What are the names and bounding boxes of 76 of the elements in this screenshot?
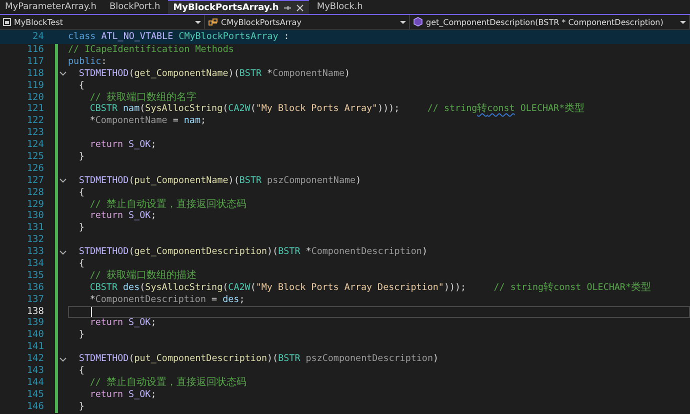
line-number: 138 — [26, 306, 44, 318]
code-line: // 获取端口数组的描述 — [90, 270, 196, 282]
line-number: 139 — [26, 317, 44, 330]
code-line: } — [78, 151, 84, 163]
code-line: { — [78, 80, 84, 92]
dropdown-arrow-icon — [680, 20, 686, 24]
cube-icon — [413, 17, 423, 27]
collapse-icon[interactable] — [59, 71, 67, 76]
collapse-icon[interactable] — [59, 356, 67, 362]
line-number: 131 — [26, 222, 44, 234]
text-cursor — [90, 306, 92, 317]
collapse-icon[interactable] — [59, 250, 67, 255]
code-line: class ATL_NO_VTABLE CMyBlockPortsArray : — [68, 30, 290, 44]
line-number: 126 — [26, 162, 44, 175]
code-line: CBSTR nam(SysAllocString(CA2W("My Block Ports Array"))); // string转const OLECHAR*类型 — [90, 103, 585, 116]
code-line: STDMETHOD(put_ComponentDescription)(BSTR pszComponentDescription) — [78, 353, 439, 366]
class-icon — [208, 18, 218, 26]
code-line: // 获取端口数组的名字 — [90, 92, 196, 104]
line-number: 118 — [26, 68, 44, 80]
code-line: return S_OK; — [90, 139, 156, 152]
code-line: *ComponentDescription = des; — [90, 294, 245, 306]
line-number: 24 — [32, 30, 44, 44]
code-line: // 禁止自动设置，直接返回状态码 — [90, 376, 246, 389]
pin-icon[interactable] — [282, 4, 292, 12]
code-line: STDMETHOD(put_ComponentName)(BSTR pszComponentName) — [78, 174, 362, 187]
line-number: 141 — [26, 341, 44, 354]
code-line: return S_OK; — [90, 317, 156, 330]
line-number: 130 — [26, 210, 44, 222]
line-number: 140 — [26, 329, 44, 342]
dropdown-arrow-icon — [400, 20, 406, 24]
dropdown-arrow-icon — [195, 20, 201, 24]
line-number: 116 — [26, 44, 44, 56]
line-number: 119 — [26, 80, 44, 92]
line-number: 120 — [26, 92, 44, 104]
project-icon — [3, 18, 11, 26]
close-icon[interactable] — [296, 4, 304, 12]
code-line: STDMETHOD(get_ComponentDescription)(BSTR *ComponentDescription) — [78, 246, 428, 258]
code-line: STDMETHOD(get_ComponentName)(BSTR *ComponentName) — [78, 68, 350, 80]
code-line: { — [78, 186, 84, 199]
line-number: 123 — [26, 127, 44, 140]
code-line: { — [78, 258, 84, 270]
code-line: return S_OK; — [90, 388, 156, 401]
code-line: // ICapeIdentification Methods — [68, 44, 234, 56]
navigation-dropdown[interactable]: MyBlockTest — [0, 15, 205, 29]
code-line: CBSTR des(SysAllocString(CA2W("My Block Ports Array Description"))); // string转const OLECHAR*类型 — [90, 282, 651, 294]
code-line: public: — [68, 56, 107, 68]
code-line: } — [78, 400, 84, 413]
line-number: 122 — [26, 115, 44, 128]
line-number: 137 — [26, 294, 44, 306]
line-number: 143 — [26, 365, 44, 377]
line-number: 129 — [26, 198, 44, 210]
line-number: 121 — [26, 103, 44, 116]
line-number: 134 — [26, 258, 44, 270]
line-number: 125 — [26, 151, 44, 163]
code-line: } — [78, 222, 84, 234]
line-number: 117 — [26, 56, 44, 68]
navigation-dropdown[interactable]: CMyBlockPortsArray — [205, 15, 410, 29]
line-number: 135 — [26, 270, 44, 282]
editor-tab[interactable]: MyBlockPortsArray.h — [168, 0, 309, 14]
line-number: 127 — [26, 174, 44, 187]
collapse-icon[interactable] — [59, 178, 67, 184]
line-number: 136 — [26, 282, 44, 294]
code-line: { — [78, 365, 84, 377]
line-number: 124 — [26, 139, 44, 152]
code-line: // 禁止自动设置，直接返回状态码 — [90, 198, 246, 210]
line-number: 146 — [26, 400, 44, 413]
code-line: *ComponentName = nam; — [90, 115, 206, 128]
code-line: return S_OK; — [90, 210, 156, 222]
line-number: 142 — [26, 353, 44, 366]
line-number: 132 — [26, 234, 44, 246]
navigation-dropdown[interactable]: get_ComponentDescription(BSTR * ComponentDescription) — [410, 15, 690, 29]
code-line: } — [78, 329, 84, 342]
line-number: 144 — [26, 376, 44, 389]
line-number: 133 — [26, 246, 44, 258]
line-number: 128 — [26, 186, 44, 199]
line-number: 145 — [26, 388, 44, 401]
